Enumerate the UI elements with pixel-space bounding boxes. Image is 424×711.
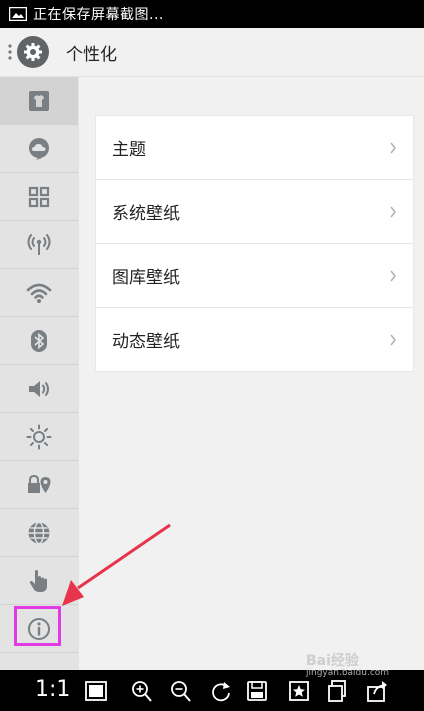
sidebar-item-personalize[interactable] bbox=[0, 77, 78, 125]
sidebar-item-sound[interactable] bbox=[0, 365, 78, 413]
sidebar bbox=[0, 77, 79, 670]
hand-icon bbox=[29, 569, 47, 592]
status-bar: 正在保存屏幕截图... bbox=[0, 0, 424, 28]
chevron-right-icon bbox=[390, 334, 397, 345]
header: 个性化 bbox=[0, 28, 424, 77]
sidebar-item-cloud[interactable] bbox=[0, 125, 78, 173]
list-item-system-wallpaper[interactable]: 系统壁纸 bbox=[96, 180, 413, 244]
zoom-ratio-button[interactable]: 1:1 bbox=[35, 677, 70, 702]
sidebar-item-language[interactable] bbox=[0, 509, 78, 557]
globe-icon bbox=[28, 521, 50, 544]
chevron-right-icon bbox=[390, 142, 397, 153]
favorite-icon[interactable] bbox=[288, 679, 310, 703]
baidu-watermark: Bai经验 jingyan.baidu.com bbox=[306, 650, 389, 678]
zoom-out-icon[interactable] bbox=[170, 679, 192, 703]
sidebar-item-wifi[interactable] bbox=[0, 269, 78, 317]
settings-gear-icon[interactable] bbox=[17, 36, 49, 68]
antenna-icon bbox=[27, 233, 51, 255]
chevron-right-icon bbox=[390, 270, 397, 281]
highlight-box bbox=[14, 606, 61, 646]
sidebar-item-bluetooth[interactable] bbox=[0, 317, 78, 365]
watermark-url: jingyan.baidu.com bbox=[306, 668, 390, 678]
grid-icon bbox=[28, 186, 50, 207]
drawer-handle-icon[interactable] bbox=[6, 42, 14, 62]
share-icon[interactable] bbox=[366, 679, 388, 703]
personalization-list: 主题 系统壁纸 图库壁纸 动态壁纸 bbox=[95, 115, 414, 372]
cloud-icon bbox=[29, 137, 49, 160]
list-item-gallery-wallpaper[interactable]: 图库壁纸 bbox=[96, 244, 413, 308]
fit-screen-icon[interactable] bbox=[85, 679, 107, 703]
sidebar-item-gesture[interactable] bbox=[0, 557, 78, 605]
rotate-icon[interactable] bbox=[210, 679, 232, 703]
shirt-icon bbox=[29, 90, 49, 111]
chevron-right-icon bbox=[390, 206, 397, 217]
list-item-label: 动态壁纸 bbox=[112, 332, 180, 352]
save-icon[interactable] bbox=[246, 679, 268, 703]
list-item-label: 系统壁纸 bbox=[112, 204, 180, 224]
sidebar-item-apps[interactable] bbox=[0, 173, 78, 221]
picture-icon bbox=[9, 7, 27, 21]
page-title: 个性化 bbox=[66, 44, 117, 65]
watermark-brand: Bai经验 bbox=[306, 653, 359, 669]
lock-location-icon bbox=[28, 474, 51, 493]
bluetooth-icon bbox=[31, 329, 47, 352]
list-item-live-wallpaper[interactable]: 动态壁纸 bbox=[96, 308, 413, 371]
zoom-in-icon[interactable] bbox=[131, 679, 153, 703]
sun-icon bbox=[26, 424, 52, 449]
wifi-icon bbox=[26, 283, 52, 303]
status-text: 正在保存屏幕截图... bbox=[33, 7, 164, 23]
sidebar-item-brightness[interactable] bbox=[0, 413, 78, 461]
sidebar-item-security-location[interactable] bbox=[0, 461, 78, 509]
sidebar-item-hotspot[interactable] bbox=[0, 221, 78, 269]
copy-icon[interactable] bbox=[326, 679, 348, 703]
list-item-label: 图库壁纸 bbox=[112, 268, 180, 288]
speaker-icon bbox=[29, 380, 49, 397]
list-item-label: 主题 bbox=[112, 140, 146, 160]
list-item-theme[interactable]: 主题 bbox=[96, 116, 413, 180]
